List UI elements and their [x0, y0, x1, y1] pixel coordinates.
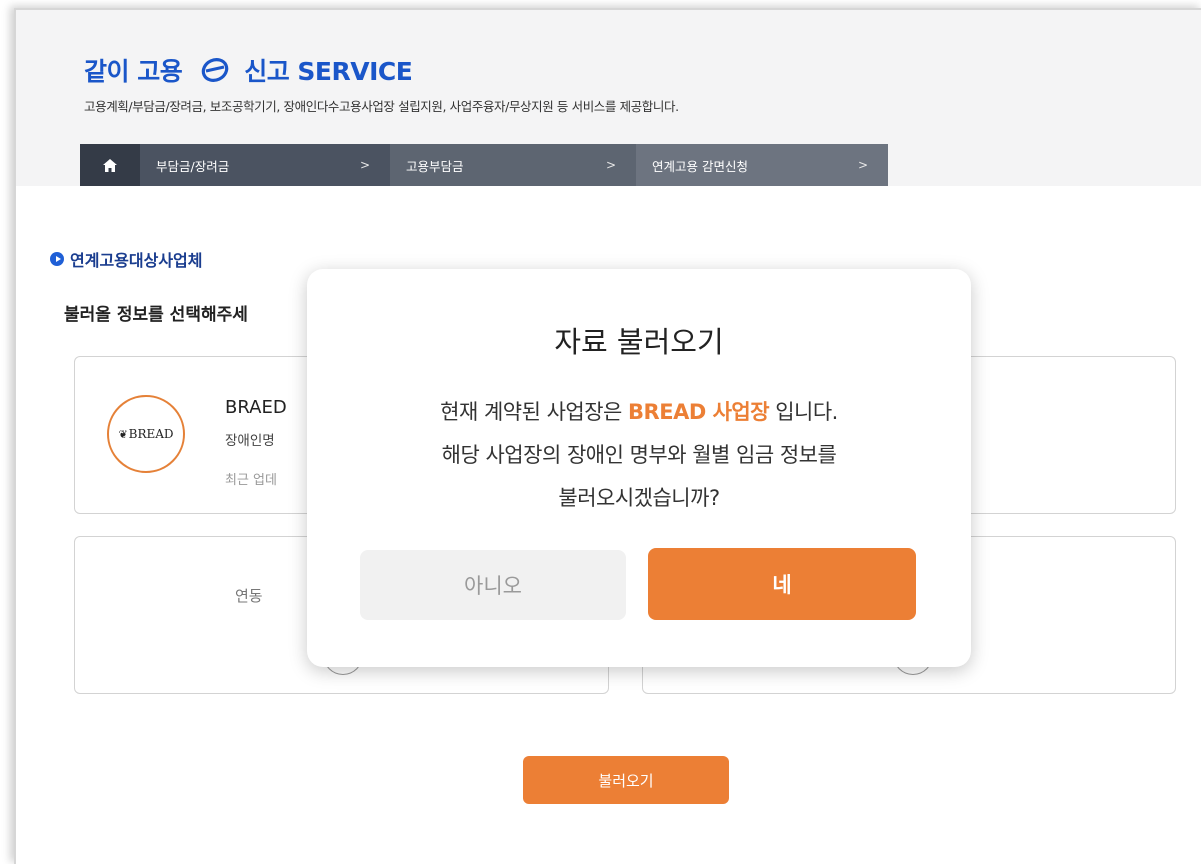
- dialog-title: 자료 불러오기: [554, 325, 724, 359]
- section-title-text: 연계고용대상사업체: [70, 251, 203, 270]
- breadcrumb: 부담금/장려금 > 고용부담금 > 연계고용 감면신청 >: [80, 144, 888, 186]
- dialog-text: 현재 계약된 사업장은: [440, 400, 629, 424]
- company-name: BRAED: [225, 397, 287, 418]
- play-bullet-icon: [50, 252, 64, 266]
- dialog-line-1: 현재 계약된 사업장은 BREAD 사업장 입니다.: [307, 391, 971, 434]
- dialog-message: 현재 계약된 사업장은 BREAD 사업장 입니다. 해당 사업장의 장애인 명…: [307, 391, 971, 520]
- breadcrumb-label: 연계고용 감면신청: [652, 158, 748, 174]
- header: 같이 고용 신고 SERVICE 고용계획/부담금/장려금, 보조공학기기, 장…: [16, 10, 1201, 186]
- brand-text-part2: 신고 SERVICE: [244, 57, 413, 86]
- company-sub: 장애인명: [225, 433, 275, 449]
- load-data-dialog: 자료 불러오기 현재 계약된 사업장은 BREAD 사업장 입니다. 해당 사업…: [307, 269, 971, 667]
- dialog-text: 입니다.: [769, 400, 838, 424]
- bird-icon: ❦: [118, 427, 128, 441]
- chevron-right-icon: >: [359, 158, 370, 172]
- breadcrumb-item-reduction[interactable]: 연계고용 감면신청 >: [636, 144, 888, 186]
- company-logo-text: BREAD: [128, 427, 174, 441]
- no-button[interactable]: 아니오: [360, 550, 626, 620]
- brand-logo[interactable]: 같이 고용 신고 SERVICE: [84, 52, 413, 88]
- yes-button[interactable]: 네: [648, 548, 916, 620]
- dialog-line-3: 불러오시겠습니까?: [558, 486, 720, 510]
- breadcrumb-label: 부담금/장려금: [156, 158, 230, 174]
- brand-text-part1: 같이 고용: [84, 57, 183, 86]
- app-frame: 같이 고용 신고 SERVICE 고용계획/부담금/장려금, 보조공학기기, 장…: [14, 8, 1201, 864]
- company-logo: ❦ BREAD: [107, 395, 185, 473]
- e-logo-icon: [200, 55, 230, 85]
- breadcrumb-home[interactable]: [80, 144, 140, 186]
- section-title: 연계고용대상사업체: [50, 247, 202, 271]
- option-label: 연동: [235, 587, 263, 605]
- header-subtitle: 고용계획/부담금/장려금, 보조공학기기, 장애인다수고용사업장 설립지원, 사…: [84, 99, 679, 114]
- breadcrumb-item-levy[interactable]: 고용부담금 >: [390, 144, 636, 186]
- breadcrumb-label: 고용부담금: [406, 158, 464, 174]
- company-highlight: BREAD 사업장: [628, 400, 770, 424]
- dialog-line-2: 해당 사업장의 장애인 명부와 월별 임금 정보를: [441, 443, 837, 467]
- breadcrumb-item-subsidy[interactable]: 부담금/장려금 >: [140, 144, 390, 186]
- load-button[interactable]: 불러오기: [523, 756, 729, 804]
- select-prompt: 불러올 정보를 선택해주세: [64, 305, 248, 325]
- chevron-right-icon: >: [605, 158, 616, 172]
- chevron-right-icon: >: [857, 158, 868, 172]
- home-icon: [103, 158, 117, 172]
- company-update-date: 최근 업데: [225, 473, 277, 488]
